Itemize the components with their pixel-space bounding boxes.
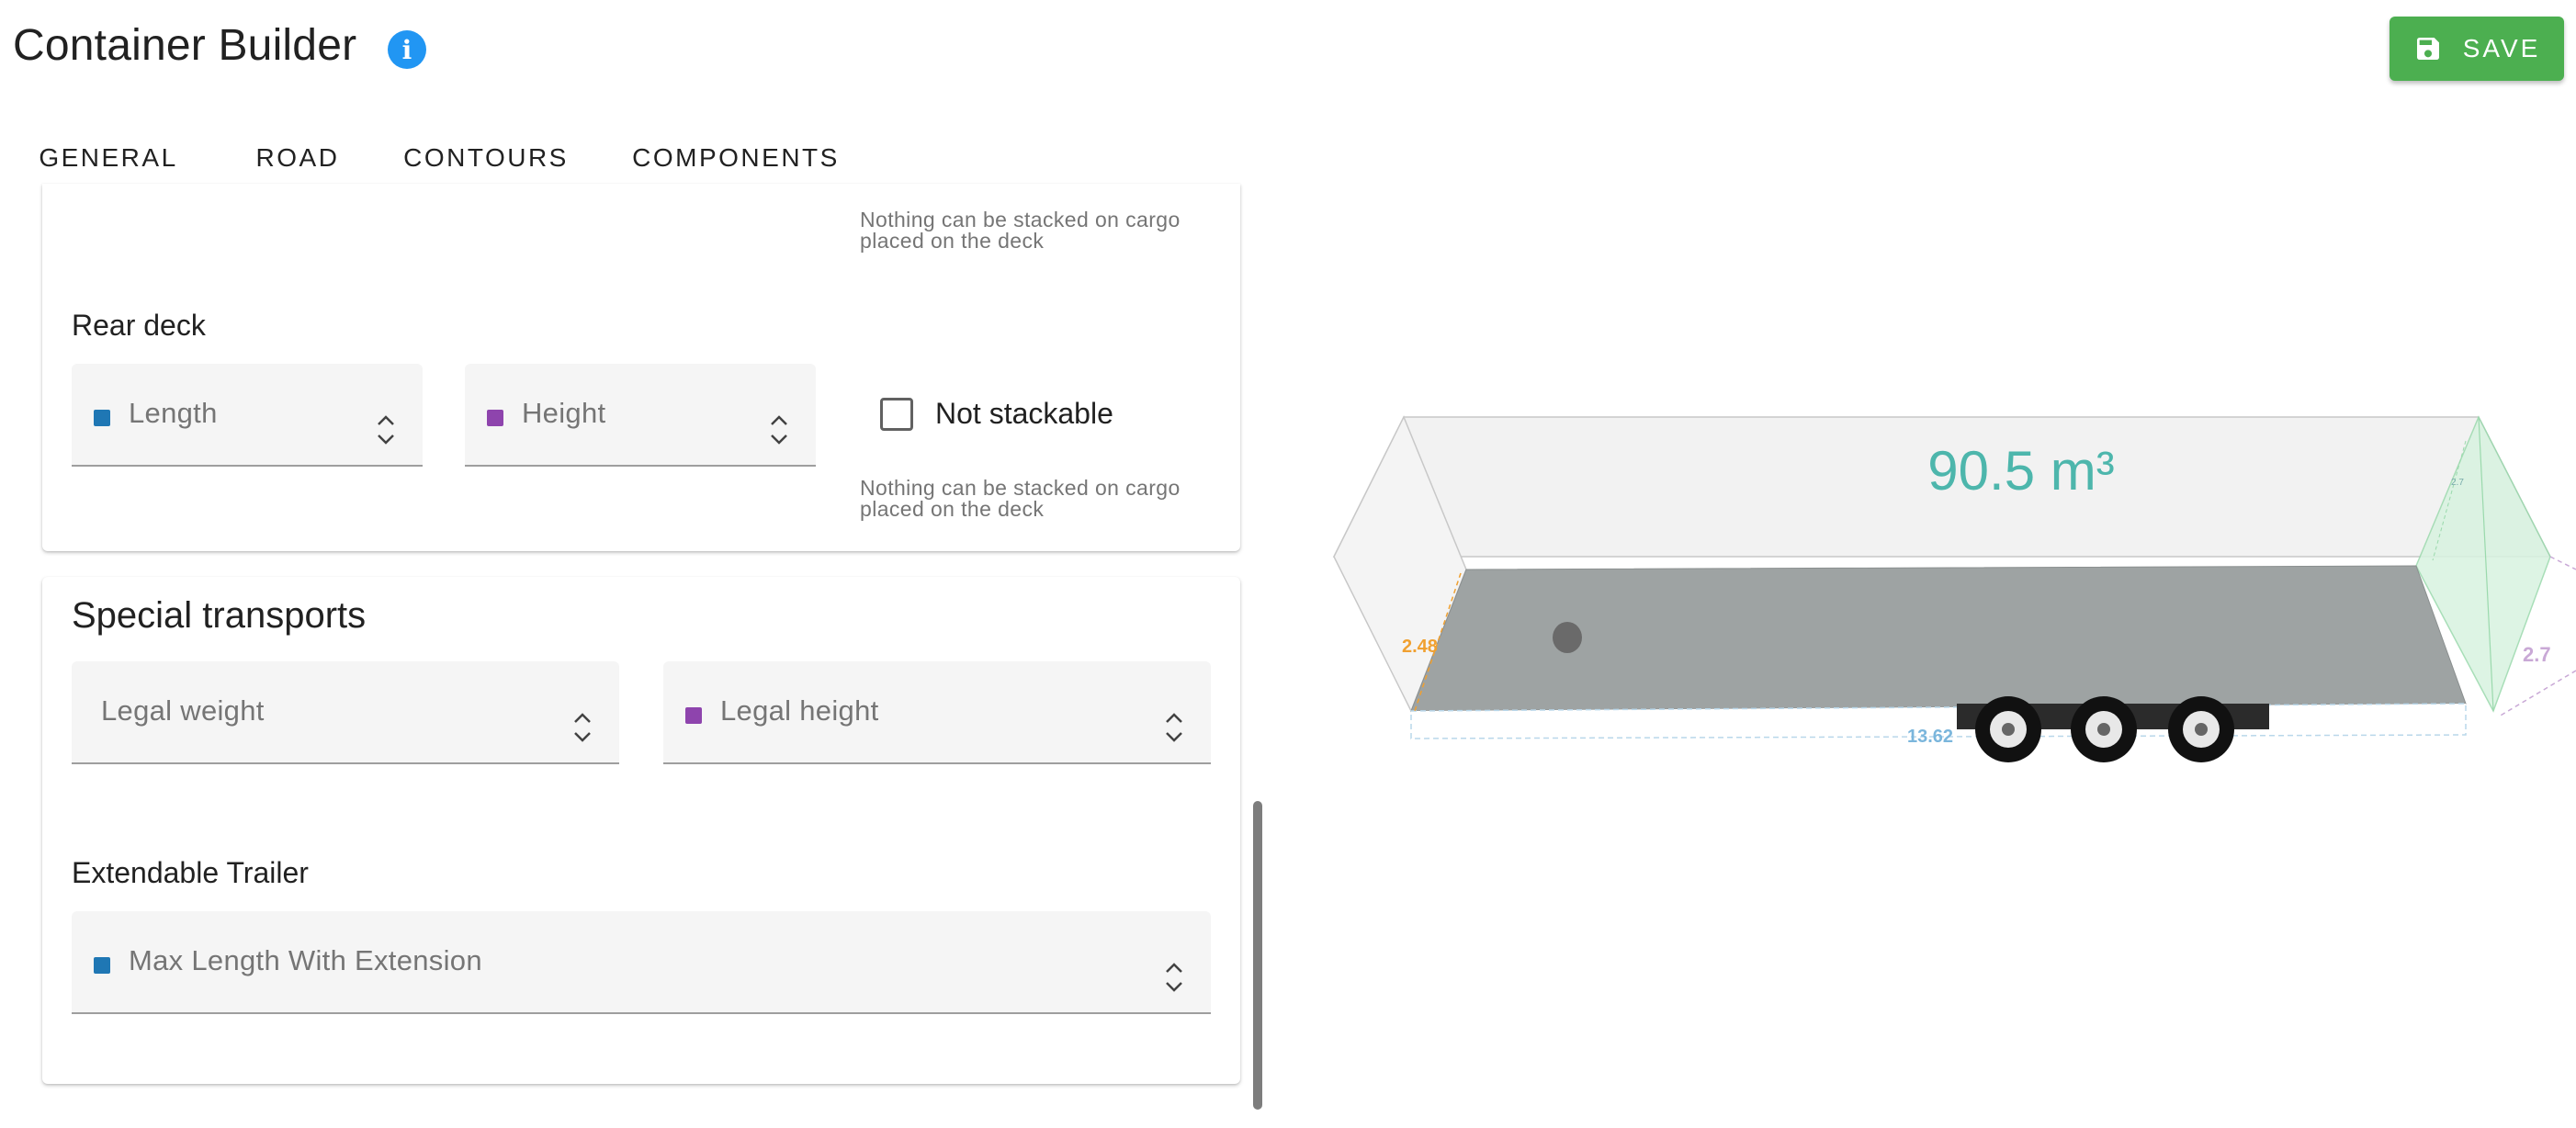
length-color-swatch	[94, 410, 110, 426]
stepper-icon[interactable]	[768, 412, 790, 448]
wheel-icon	[2071, 696, 2137, 762]
max-length-extension-placeholder: Max Length With Extension	[129, 944, 482, 976]
special-transports-heading: Special transports	[72, 595, 367, 636]
front-deck-hint: Nothing can be stacked on cargo placed o…	[860, 208, 1181, 253]
length-color-swatch	[94, 957, 110, 974]
length-dimension-label: 13.62	[1907, 727, 1953, 747]
rear-deck-hint: Nothing can be stacked on cargo placed o…	[860, 476, 1181, 521]
save-button-label: SAVE	[2462, 34, 2541, 62]
deck-settings-card: Nothing can be stacked on cargo placed o…	[42, 184, 1240, 551]
height-dimension-label: 2.7	[2523, 643, 2551, 666]
not-stackable-label: Not stackable	[935, 397, 1113, 430]
floppy-disk-icon	[2416, 38, 2439, 60]
extendable-trailer-label: Extendable Trailer	[72, 856, 309, 889]
wheel-icon	[2168, 696, 2234, 762]
stepper-icon[interactable]	[1163, 959, 1185, 996]
deck-marker	[1553, 622, 1582, 653]
not-stackable-checkbox[interactable]	[880, 397, 913, 431]
rear-deck-height-input[interactable]: Height	[465, 364, 816, 467]
rear-deck-label: Rear deck	[72, 309, 206, 342]
rear-deck-height-placeholder: Height	[522, 397, 606, 429]
save-button[interactable]: SAVE	[2390, 17, 2564, 81]
form-scrollbar[interactable]	[1253, 801, 1262, 1110]
max-length-extension-input[interactable]: Max Length With Extension	[72, 911, 1211, 1014]
height-color-swatch	[685, 707, 702, 724]
width-dimension-label: 2.48	[1402, 637, 1438, 657]
legal-height-input[interactable]: Legal height	[663, 661, 1211, 764]
legal-weight-placeholder: Legal weight	[101, 694, 265, 727]
stepper-icon[interactable]	[571, 709, 593, 746]
not-stackable-checkbox-row[interactable]: Not stackable	[880, 397, 1113, 431]
rear-deck-length-input[interactable]: Length	[72, 364, 423, 467]
rear-deck-dimension-label: 2.7	[2451, 478, 2464, 488]
stepper-icon[interactable]	[375, 412, 397, 448]
special-transports-card: Special transports Legal weight Legal he…	[42, 577, 1240, 1084]
rear-deck-length-placeholder: Length	[129, 397, 218, 429]
page-title: Container Builder	[13, 21, 357, 70]
volume-label: 90.5 m³	[1927, 440, 2115, 502]
wheel-icon	[1975, 696, 2041, 762]
legal-height-placeholder: Legal height	[720, 694, 879, 727]
height-color-swatch	[487, 410, 503, 426]
stepper-icon[interactable]	[1163, 709, 1185, 746]
info-icon[interactable]: i	[388, 30, 426, 69]
legal-weight-input[interactable]: Legal weight	[72, 661, 619, 764]
container-3d-viewer[interactable]: 2.48 13.62 2.7 2.7 90.5 m³	[1323, 386, 2576, 790]
